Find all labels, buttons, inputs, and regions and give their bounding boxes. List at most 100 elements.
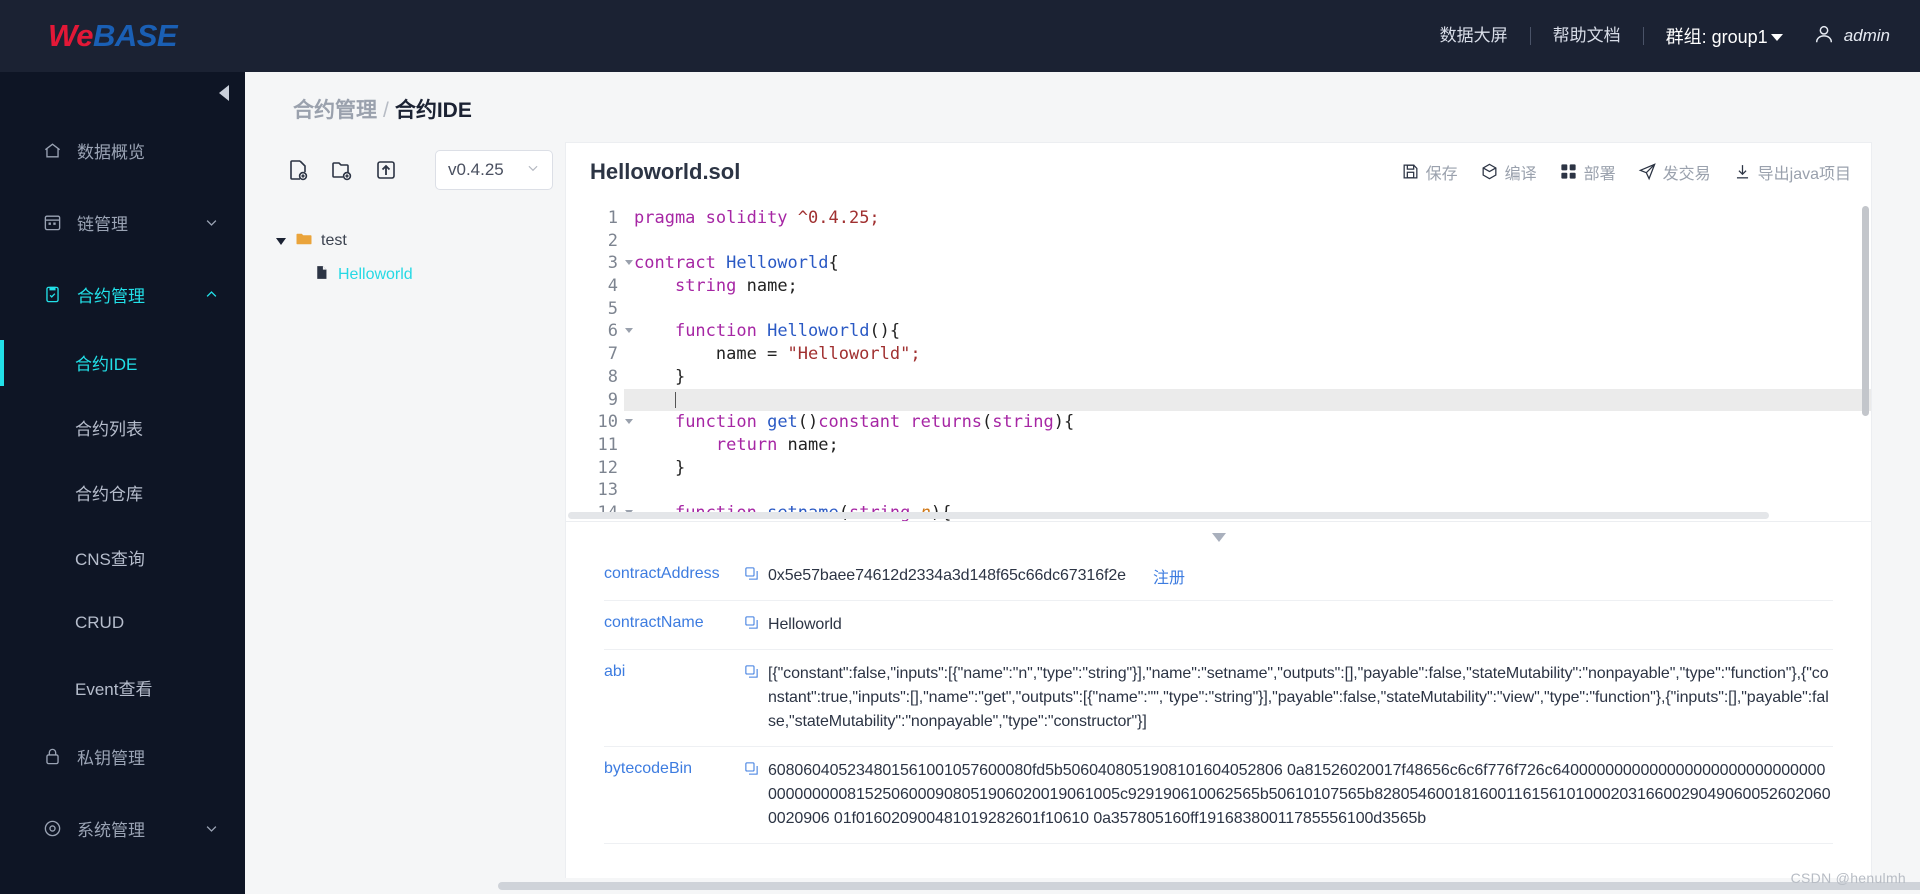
tree-item-file[interactable]: Helloworld — [275, 258, 565, 292]
code-token: ^0.4.25; — [797, 208, 880, 228]
folder-icon — [295, 230, 313, 253]
code-line[interactable]: pragma solidity ^0.4.25; — [624, 207, 1871, 230]
chain-icon — [42, 212, 62, 232]
sidebar-subitem-cns-query[interactable]: CNS查询 — [0, 525, 245, 590]
chevron-down-icon[interactable] — [275, 237, 287, 245]
code-token: solidity — [705, 208, 798, 228]
fold-toggle-icon[interactable] — [625, 419, 633, 425]
code-token: "Helloworld"; — [787, 344, 921, 365]
page-horizontal-scrollbar[interactable] — [490, 878, 1920, 894]
code-line[interactable]: contract Helloworld{ — [624, 252, 1871, 275]
code-line[interactable]: } — [624, 457, 1871, 480]
sidebar-item-label: 数据概览 — [77, 142, 145, 162]
chevron-down-icon — [204, 821, 219, 836]
collapse-result-panel-icon[interactable] — [1211, 532, 1226, 542]
new-folder-icon[interactable] — [329, 157, 355, 183]
result-key: bytecodeBin — [604, 760, 693, 777]
code-content[interactable]: pragma solidity ^0.4.25; contract Hellowo… — [624, 200, 1871, 521]
compile-label: 编译 — [1504, 165, 1537, 183]
code-token: ( — [982, 412, 993, 433]
group-selector[interactable]: 群组: group1 — [1644, 23, 1793, 49]
app-logo[interactable]: WeBASE — [0, 18, 245, 54]
code-line[interactable]: string name; — [624, 275, 1871, 298]
code-line[interactable] — [624, 230, 1871, 253]
sidebar-item-label: 私钥管理 — [77, 748, 145, 768]
sidebar-item-chain-management[interactable]: 链管理 — [0, 186, 245, 258]
fold-toggle-icon[interactable] — [625, 328, 633, 334]
editor-horizontal-scrollbar[interactable] — [568, 512, 1769, 519]
file-panel: v0.4.25 test Helloworld — [245, 142, 565, 894]
line-number-gutter: 1234567891011121314 — [566, 200, 633, 521]
line-number: 5 — [607, 298, 618, 319]
new-file-icon[interactable] — [285, 157, 311, 183]
sidebar-subitem-label: 合约IDE — [75, 355, 138, 374]
code-line[interactable] — [624, 388, 1871, 412]
sidebar-subitem-contract-ide[interactable]: 合约IDE — [0, 330, 245, 395]
breadcrumb-parent[interactable]: 合约管理 — [293, 99, 377, 122]
code-line[interactable] — [624, 298, 1871, 321]
sidebar-item-system-management[interactable]: 系统管理 — [0, 792, 245, 864]
header-link-help-doc[interactable]: 帮助文档 — [1531, 26, 1643, 46]
sidebar-subitem-contract-list[interactable]: 合约列表 — [0, 395, 245, 460]
chevron-down-icon — [526, 160, 540, 180]
sidebar-item-data-overview[interactable]: 数据概览 — [0, 114, 245, 186]
user-menu[interactable]: admin — [1793, 23, 1890, 50]
result-key: contractAddress — [604, 565, 720, 582]
code-line[interactable]: function get()constant returns(string){ — [624, 411, 1871, 434]
register-cns-link[interactable]: 注册 — [1153, 564, 1185, 588]
sidebar-subitem-contract-repo[interactable]: 合约仓库 — [0, 460, 245, 525]
sidebar-subitem-label: Event查看 — [75, 680, 153, 699]
sidebar-collapse-button[interactable] — [0, 72, 245, 114]
upload-icon[interactable] — [373, 157, 399, 183]
sidebar-subitem-crud[interactable]: CRUD — [0, 590, 245, 655]
code-editor[interactable]: 1234567891011121314 pragma solidity ^0.4… — [565, 200, 1872, 522]
code-line[interactable]: } — [624, 366, 1871, 389]
line-number: 8 — [607, 366, 618, 387]
fold-toggle-icon[interactable] — [625, 260, 633, 266]
group-selector-label: 群组: group1 — [1665, 27, 1768, 47]
body-row: 数据概览 链管理 合约管理 合约IDE 合约列表 合约仓库 CNS查询 CRUD… — [0, 72, 1920, 894]
export-java-project-button[interactable]: 导出java项目 — [1733, 160, 1851, 184]
result-value-wrap: Helloworld — [744, 613, 1833, 637]
editor-file-title: Helloworld.sol — [590, 158, 741, 184]
deploy-icon — [1559, 162, 1578, 181]
code-line[interactable]: name = "Helloworld"; — [624, 343, 1871, 366]
code-line[interactable]: return name; — [624, 434, 1871, 457]
result-value: 0x5e57baee74612d2334a3d148f65c66dc67316f… — [768, 567, 1126, 584]
sidebar-item-contract-management[interactable]: 合约管理 — [0, 258, 245, 330]
editor-vertical-scrollbar[interactable] — [1862, 206, 1869, 416]
workspace: v0.4.25 test Helloworld Helloworld.sol 保… — [245, 142, 1920, 894]
send-transaction-button[interactable]: 发交易 — [1638, 160, 1711, 184]
copy-icon[interactable] — [744, 664, 759, 684]
copy-icon[interactable] — [744, 615, 759, 635]
deploy-button[interactable]: 部署 — [1559, 160, 1616, 184]
result-value-wrap: [{"constant":false,"inputs":[{"name":"n"… — [744, 662, 1833, 734]
header-link-data-screen[interactable]: 数据大屏 — [1418, 26, 1530, 46]
copy-icon[interactable] — [744, 761, 759, 781]
sidebar-item-label: 合约管理 — [77, 286, 145, 306]
logo-base: BASE — [92, 18, 178, 53]
solidity-version-select[interactable]: v0.4.25 — [435, 150, 553, 190]
contract-icon — [42, 284, 62, 304]
chevron-down-icon — [204, 215, 219, 230]
compile-button[interactable]: 编译 — [1480, 160, 1537, 184]
editor-header: Helloworld.sol 保存 编译 部署 发交易 导出java项目 — [565, 142, 1872, 200]
tree-item-folder[interactable]: test — [275, 224, 565, 258]
code-line[interactable]: function Helloworld(){ — [624, 320, 1871, 343]
code-line[interactable] — [624, 479, 1871, 502]
settings-icon — [42, 818, 62, 838]
deploy-label: 部署 — [1583, 165, 1616, 183]
result-value: [{"constant":false,"inputs":[{"name":"n"… — [768, 665, 1829, 730]
save-button[interactable]: 保存 — [1401, 160, 1458, 184]
result-value-wrap: 0x5e57baee74612d2334a3d148f65c66dc67316f… — [744, 564, 1833, 588]
code-token: string — [674, 276, 747, 297]
user-icon — [1813, 23, 1835, 50]
copy-icon[interactable] — [744, 566, 759, 586]
chevron-up-icon — [204, 287, 219, 302]
sidebar-item-private-key-management[interactable]: 私钥管理 — [0, 720, 245, 792]
breadcrumb-current: 合约IDE — [394, 99, 472, 122]
sidebar-subitem-event-view[interactable]: Event查看 — [0, 655, 245, 720]
code-token: } — [634, 457, 686, 478]
